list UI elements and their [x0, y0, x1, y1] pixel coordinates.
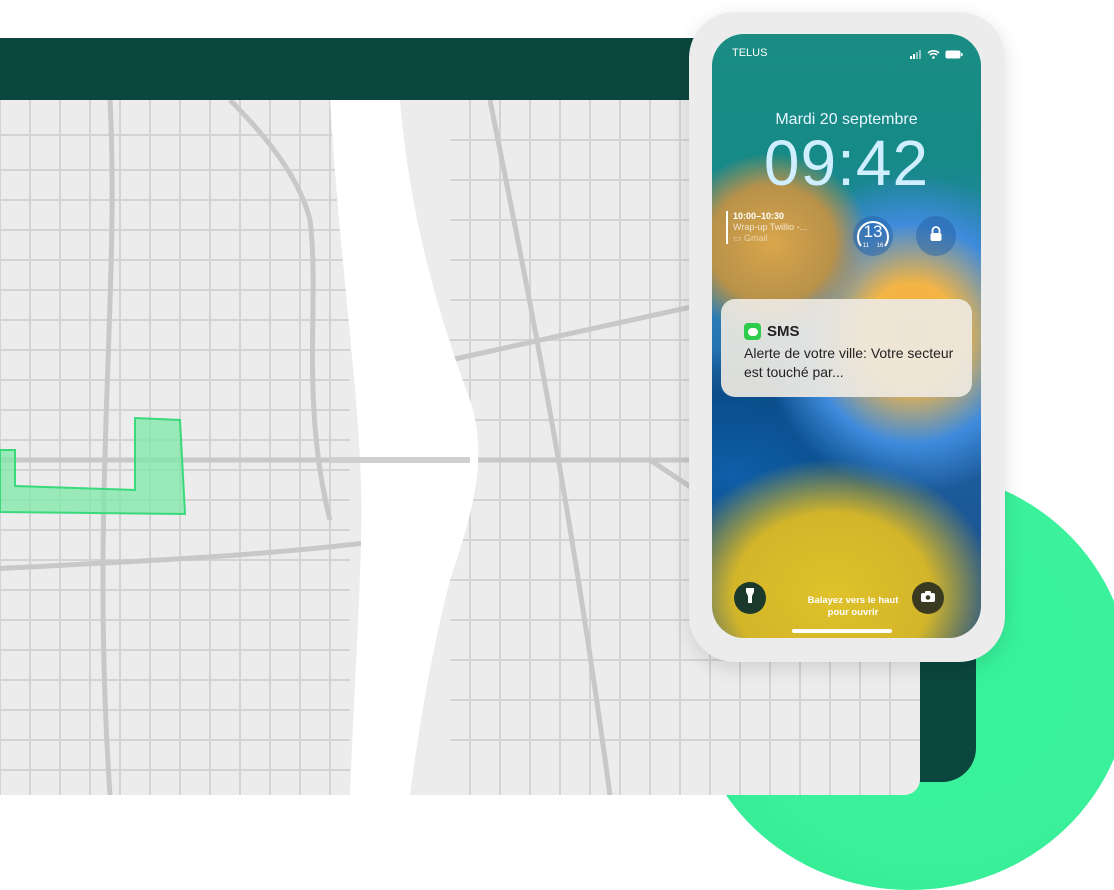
swipe-hint-line1: Balayez vers le haut	[807, 595, 899, 606]
ring-value: 13	[863, 222, 883, 241]
message-icon	[744, 323, 761, 340]
status-bar-icons	[910, 46, 963, 64]
flashlight-button[interactable]	[734, 582, 766, 614]
notification-app: SMS	[767, 323, 800, 340]
signal-icon	[910, 46, 922, 64]
camera-button[interactable]	[912, 582, 944, 614]
ring-max: 16	[876, 243, 884, 249]
ring-min: 11	[862, 243, 869, 249]
phone-lock-screen: TELUS Mardi 20 septembre 09:42 10:00–10:…	[712, 34, 981, 638]
flashlight-icon	[745, 587, 755, 609]
phone-frame: TELUS Mardi 20 septembre 09:42 10:00–10:…	[689, 12, 1005, 662]
ring-widget[interactable]: 13 11 16	[853, 216, 893, 256]
calendar-widget[interactable]: 10:00–10:30 Wrap-up Twillio -... ▭ Gmail	[726, 211, 807, 244]
lock-widget[interactable]	[916, 216, 956, 256]
calendar-time-range: 10:00–10:30	[733, 211, 785, 221]
battery-icon	[945, 46, 963, 64]
swipe-hint: Balayez vers le haut pour ouvrir	[778, 595, 928, 619]
home-indicator[interactable]	[792, 629, 892, 633]
calendar-event: Wrap-up Twillio -...	[733, 222, 808, 232]
carrier-label: TELUS	[732, 47, 768, 59]
lock-time: 09:42	[763, 127, 930, 199]
video-icon: ▭	[733, 233, 745, 243]
wifi-icon	[927, 46, 940, 64]
swipe-hint-line2: pour ouvrir	[827, 607, 879, 618]
camera-icon	[921, 589, 935, 607]
sms-notification[interactable]: SMS Alerte de votre ville: Votre secteur…	[721, 299, 972, 397]
notification-message: Alerte de votre ville: Votre secteur est…	[744, 345, 954, 380]
calendar-source: Gmail	[744, 233, 768, 243]
lock-icon	[929, 225, 943, 247]
